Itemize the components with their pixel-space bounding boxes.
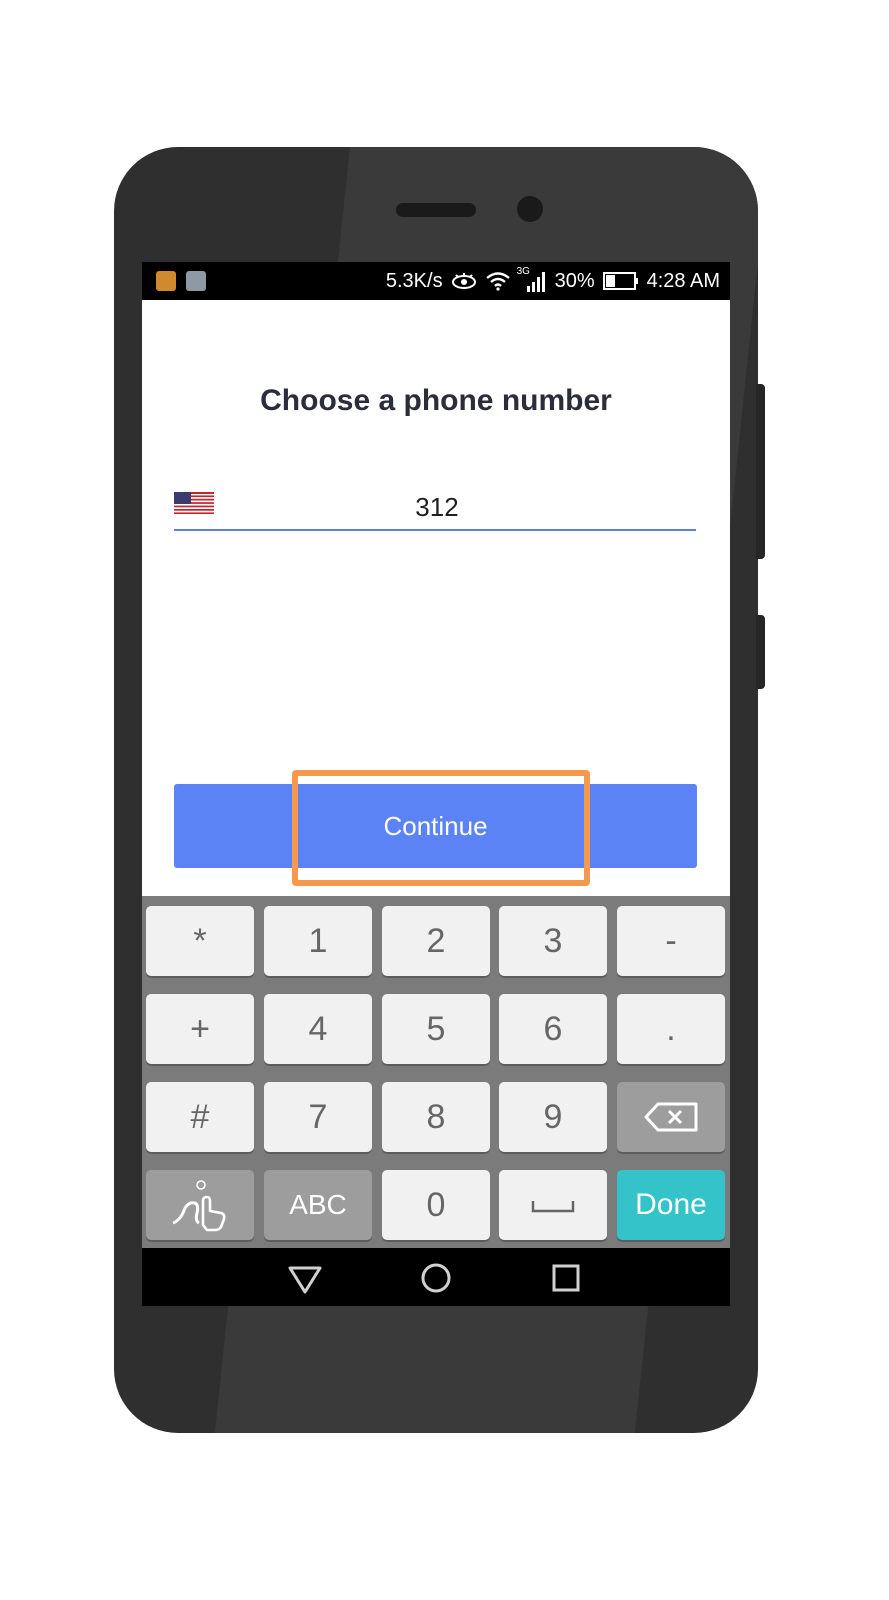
net-speed: 5.3K/s [385, 269, 443, 292]
key-asterisk[interactable]: * [146, 906, 254, 976]
front-camera [517, 196, 543, 222]
battery-percent: 30% [554, 269, 595, 292]
back-icon[interactable] [287, 1260, 323, 1296]
done-key[interactable]: Done [617, 1170, 725, 1240]
key-3[interactable]: 3 [499, 906, 607, 976]
gesture-key[interactable] [146, 1170, 254, 1240]
backspace-key[interactable] [617, 1082, 725, 1152]
us-flag-icon[interactable] [174, 492, 214, 514]
clock: 4:28 AM [646, 269, 720, 292]
signal-icon: 3G [517, 266, 547, 294]
wifi-icon [485, 272, 510, 291]
phone-number-input[interactable] [234, 484, 640, 530]
key-8[interactable]: 8 [382, 1082, 490, 1152]
key-plus[interactable]: + [146, 994, 254, 1064]
continue-button[interactable]: Continue [174, 784, 697, 868]
key-hash[interactable]: # [146, 1082, 254, 1152]
page-title: Choose a phone number [260, 384, 612, 417]
recents-icon[interactable] [548, 1260, 584, 1296]
backspace-icon [644, 1102, 698, 1132]
space-icon [531, 1201, 575, 1213]
key-7[interactable]: 7 [264, 1082, 372, 1152]
power-button [756, 615, 765, 689]
key-2[interactable]: 2 [382, 906, 490, 976]
volume-button [756, 384, 765, 559]
key-5[interactable]: 5 [382, 994, 490, 1064]
status-bar: 5.3K/s 3G 30% 4:28 AM [142, 262, 730, 300]
key-0[interactable]: 0 [382, 1170, 490, 1240]
phone-number-field[interactable] [174, 484, 696, 531]
eye-icon [451, 273, 476, 289]
key-6[interactable]: 6 [499, 994, 607, 1064]
app-notification-icon [156, 271, 176, 291]
key-9[interactable]: 9 [499, 1082, 607, 1152]
navigation-bar [142, 1248, 730, 1306]
gesture-icon [172, 1180, 226, 1232]
key-1[interactable]: 1 [264, 906, 372, 976]
image-notification-icon [186, 271, 206, 291]
abc-key[interactable]: ABC [264, 1170, 372, 1240]
key-4[interactable]: 4 [264, 994, 372, 1064]
earpiece-speaker [396, 203, 476, 217]
phone-screen: 5.3K/s 3G 30% 4:28 AM Choose a phone num… [142, 262, 730, 1306]
space-key[interactable] [499, 1170, 607, 1240]
numeric-keyboard: * 1 2 3 - + 4 5 6 . # 7 8 9 ABC 0 Done [142, 896, 730, 1248]
key-period[interactable]: . [617, 994, 725, 1064]
battery-icon [602, 272, 638, 290]
key-dash[interactable]: - [617, 906, 725, 976]
home-icon[interactable] [418, 1260, 454, 1296]
